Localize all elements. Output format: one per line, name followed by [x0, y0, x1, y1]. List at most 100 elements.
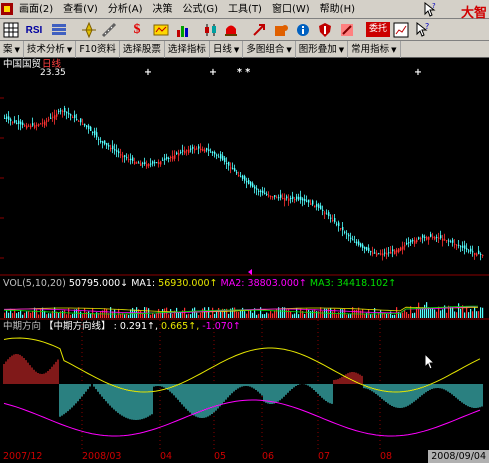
candlestick: [394, 250, 396, 255]
chevron-down-icon: ▼: [66, 45, 73, 54]
candlestick: [110, 147, 112, 150]
volume-bar: [478, 311, 480, 318]
candlestick: [242, 175, 244, 179]
event-flag[interactable]: +: [209, 67, 217, 78]
candlestick: [112, 145, 114, 150]
dollar-icon[interactable]: $: [128, 21, 146, 39]
candlestick: [270, 195, 272, 197]
candlestick: [472, 251, 474, 253]
arrow-icon[interactable]: [250, 21, 268, 39]
function-tab[interactable]: 选择股票: [120, 40, 165, 58]
volume-bar: [20, 310, 22, 318]
volume-bar: [418, 302, 420, 318]
candlestick: [182, 150, 184, 152]
event-flag[interactable]: * *: [237, 67, 250, 78]
function-tab[interactable]: 图形叠加 ▼: [296, 40, 349, 58]
shield-icon[interactable]: [316, 21, 334, 39]
candlestick: [292, 196, 294, 199]
volume-bar: [470, 308, 472, 318]
alarm-icon[interactable]: [222, 21, 240, 39]
candlestick: [102, 141, 104, 144]
candlestick: [300, 196, 302, 201]
volume-bar: [92, 307, 94, 318]
puzzle-icon[interactable]: [272, 21, 290, 39]
menu-item[interactable]: 窗口(W): [267, 0, 315, 19]
volume-bar: [388, 313, 390, 318]
candlestick: [354, 241, 356, 243]
volume-bar: [94, 313, 96, 318]
volume-bar: [228, 313, 230, 318]
menu-item[interactable]: 工具(T): [223, 0, 267, 19]
menu-item[interactable]: 画面(2): [14, 0, 58, 19]
event-flag[interactable]: +: [414, 67, 422, 78]
menu-item[interactable]: 帮助(H): [315, 0, 360, 19]
candlestick: [206, 148, 208, 151]
volume-title: VOL(5,10,20): [3, 278, 66, 289]
volume-bar: [152, 313, 154, 318]
candlestick: [132, 157, 134, 161]
tools-icon[interactable]: [338, 21, 356, 39]
map-icon[interactable]: [152, 21, 170, 39]
bars-icon[interactable]: [174, 21, 192, 39]
candlestick: [404, 245, 406, 247]
trade-order-button[interactable]: 委托: [366, 22, 391, 37]
candle-icon[interactable]: [202, 21, 220, 39]
ruler-icon[interactable]: [100, 21, 118, 39]
function-tab[interactable]: 技术分析 ▼: [24, 40, 77, 58]
menu-item[interactable]: 公式(G): [177, 0, 223, 19]
help-icon[interactable]: ?: [414, 21, 432, 39]
volume-bar: [210, 314, 212, 318]
candlestick: [462, 245, 464, 248]
menu-item[interactable]: 分析(A): [103, 0, 148, 19]
function-tab[interactable]: 选择指标: [165, 40, 210, 58]
candlestick: [198, 146, 200, 149]
date-tick: 2008/03: [82, 451, 122, 462]
candlestick: [470, 248, 472, 252]
candlestick: [188, 149, 190, 153]
compass-icon[interactable]: [80, 21, 98, 39]
candlestick: [6, 116, 8, 119]
candlestick: [150, 163, 152, 165]
volume-bar: [294, 313, 296, 318]
volume-bar: [40, 309, 42, 318]
candlestick: [12, 121, 14, 123]
volume-bar: [460, 308, 462, 318]
candlestick: [140, 163, 142, 166]
candlestick: [344, 231, 346, 233]
chart-canvas[interactable]: [0, 58, 489, 450]
volume-bar: [268, 313, 270, 318]
info-icon[interactable]: [294, 21, 312, 39]
rsi-icon[interactable]: RSI: [22, 21, 46, 39]
function-tab[interactable]: 多图组合 ▼: [243, 40, 296, 58]
help-pointer-icon[interactable]: ?: [423, 2, 437, 17]
grid-icon[interactable]: [2, 21, 20, 39]
candlestick: [42, 122, 44, 124]
function-tab[interactable]: 案 ▼: [0, 40, 24, 58]
volume-bar: [234, 307, 236, 318]
cursor-marker: [248, 269, 252, 275]
volume-bar: [332, 311, 334, 318]
candlestick: [372, 252, 374, 254]
candlestick: [218, 156, 220, 158]
volume-bar: [106, 308, 108, 318]
function-tab[interactable]: 日线 ▼: [210, 40, 244, 58]
candlestick: [46, 120, 48, 122]
menu-item[interactable]: 查看(V): [58, 0, 103, 19]
graph-icon[interactable]: [392, 21, 410, 39]
candlestick: [60, 110, 62, 112]
volume-bar: [392, 314, 394, 318]
function-tab[interactable]: F10资料: [76, 40, 120, 58]
stack-icon[interactable]: [50, 21, 68, 39]
candlestick: [224, 157, 226, 162]
volume-bar: [18, 312, 20, 318]
function-tab[interactable]: 常用指标 ▼: [348, 40, 401, 58]
event-flag[interactable]: +: [144, 67, 152, 78]
chevron-down-icon: ▼: [14, 45, 20, 54]
volume-bar: [172, 313, 174, 318]
chart-area[interactable]: 中国国贸 日线 23.35 + + * * + VOL(5,10,20) 507…: [0, 58, 489, 450]
candlestick: [440, 235, 442, 239]
menu-item[interactable]: 决策: [147, 0, 177, 19]
candlestick: [230, 167, 232, 169]
date-tick: 08: [380, 451, 393, 462]
candlestick: [442, 238, 444, 241]
